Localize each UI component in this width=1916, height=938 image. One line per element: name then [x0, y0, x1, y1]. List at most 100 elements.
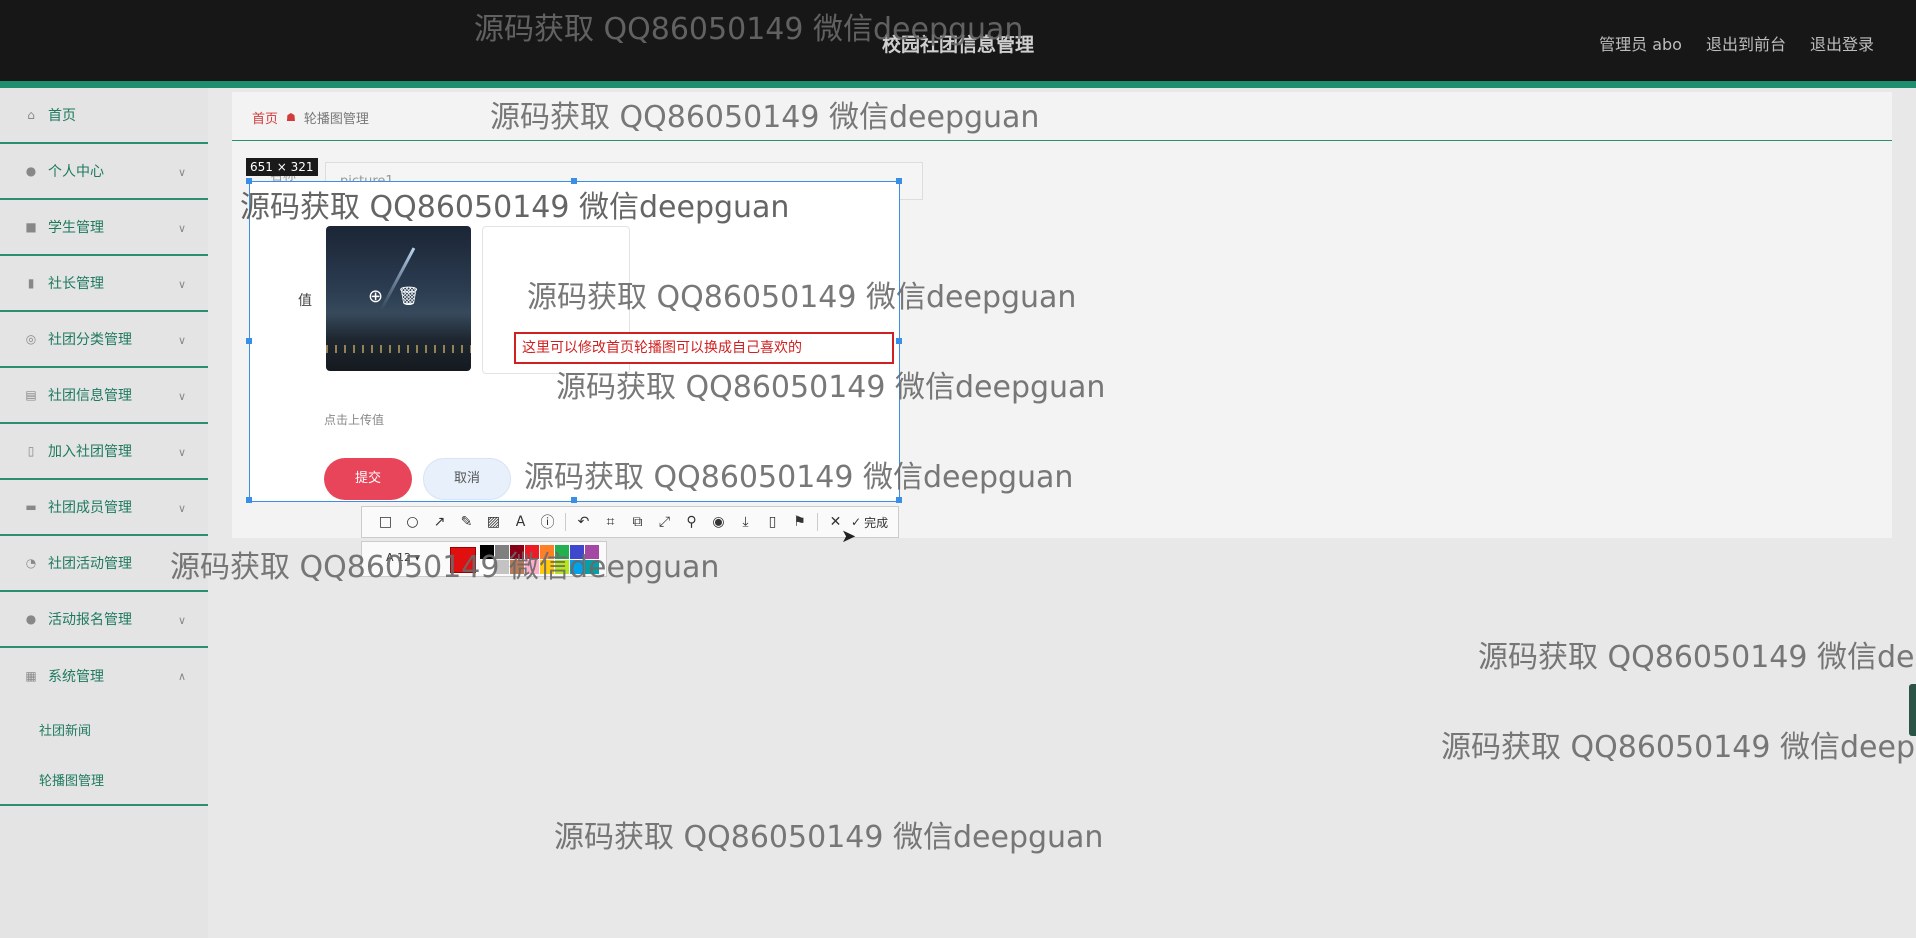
- resize-handle[interactable]: [896, 338, 902, 344]
- chevron-down-icon: ∨: [177, 390, 186, 403]
- resize-handle[interactable]: [571, 497, 577, 503]
- watermark: 源码获取 QQ86050149 微信deepguan: [240, 190, 790, 225]
- toolbar-divider: [817, 513, 818, 531]
- breadcrumb-current: 轮播图管理: [303, 112, 369, 127]
- rectangle-icon[interactable]: □: [372, 510, 399, 534]
- breadcrumb: 首页 ☗ 轮播图管理: [252, 108, 369, 127]
- zoom-in-icon[interactable]: ⊕: [368, 286, 383, 307]
- capture-toolbar: □ ○ ↗ ✎ ▨ A ⓘ ↶ ⌗ ⧉ ⤢ ⚲ ◉ ⤓ ▯ ⚑ ✕ ✓ 完成: [361, 506, 899, 538]
- breadcrumb-divider: [232, 140, 1892, 141]
- scrollbar-thumb[interactable]: [1909, 684, 1916, 736]
- sidebar-item-label: 社团成员管理: [48, 500, 132, 516]
- chevron-down-icon: ∨: [177, 166, 186, 179]
- sidebar-item-personal-center[interactable]: ● 个人中心 ∨: [0, 144, 208, 200]
- thumbnail-actions: ⊕ 🗑: [368, 286, 420, 307]
- upload-hint: 点击上传值: [324, 413, 385, 427]
- city-lights: [326, 345, 471, 353]
- sidebar-subitem-carousel[interactable]: 轮播图管理: [0, 754, 208, 806]
- watermark: 源码获取 QQ86050149 微信deepguan: [556, 370, 1106, 405]
- submit-button[interactable]: 提交: [324, 458, 412, 500]
- sidebar-item-home[interactable]: ⌂ 首页: [0, 88, 208, 144]
- watermark: 源码获取 QQ86050149 微信deepguan: [1441, 730, 1916, 765]
- scroll-capture-icon[interactable]: ⤢: [651, 510, 678, 534]
- pencil-icon[interactable]: ✎: [453, 510, 480, 534]
- number-marker-icon[interactable]: ⓘ: [534, 510, 561, 534]
- clipboard-icon: ▤: [25, 388, 37, 402]
- chevron-up-icon: ∧: [177, 670, 186, 683]
- ellipse-icon[interactable]: ○: [399, 510, 426, 534]
- text-icon[interactable]: A: [507, 510, 534, 534]
- watermark: 源码获取 QQ86050149 微信deepguan: [474, 12, 1024, 47]
- undo-icon[interactable]: ↶: [570, 510, 597, 534]
- watermark: 源码获取 QQ86050149 微信deepguan: [554, 820, 1104, 855]
- sidebar-item-presidents[interactable]: ▮ 社长管理 ∨: [0, 256, 208, 312]
- phone-send-icon[interactable]: ▯: [759, 510, 786, 534]
- annotation-tip: 这里可以修改首页轮播图可以换成自己喜欢的: [514, 332, 894, 364]
- chevron-down-icon: ∨: [177, 278, 186, 291]
- sidebar-item-club-categories[interactable]: ◎ 社团分类管理 ∨: [0, 312, 208, 368]
- breadcrumb-home[interactable]: 首页: [252, 108, 278, 127]
- watermark: 源码获取 QQ86050149 微信deepguan: [524, 460, 1074, 495]
- sidebar-subitem-club-news[interactable]: 社团新闻: [0, 704, 208, 754]
- chevron-down-icon: ∨: [177, 334, 186, 347]
- watermark: 源码获取 QQ86050149 微信deepguan: [1478, 640, 1916, 675]
- value-label: 值: [298, 293, 312, 309]
- sidebar-item-club-members[interactable]: ▬ 社团成员管理 ∨: [0, 480, 208, 536]
- top-links: 管理员 abo 退出到前台 退出登录: [1599, 31, 1874, 55]
- gauge-icon: ◔: [25, 556, 37, 570]
- toolbar-divider: [565, 513, 566, 531]
- pin-icon[interactable]: ⚲: [678, 510, 705, 534]
- home-icon: ⌂: [27, 108, 35, 122]
- watermark: 源码获取 QQ86050149 微信deepguan: [170, 550, 720, 585]
- sidebar-item-label: 首页: [48, 108, 76, 124]
- breadcrumb-separator-icon: ☗: [286, 111, 296, 124]
- leaf-icon: ●: [25, 612, 37, 626]
- briefcase-icon: ■: [25, 220, 37, 234]
- sidebar-item-label: 个人中心: [48, 164, 104, 180]
- sidebar-item-label: 社团信息管理: [48, 388, 132, 404]
- sidebar-item-system[interactable]: ▦ 系统管理 ∧: [0, 648, 208, 704]
- sidebar: ⌂ 首页 ● 个人中心 ∨ ■ 学生管理 ∨ ▮ 社长管理 ∨ ◎ 社团分类管理…: [0, 88, 208, 938]
- resize-handle[interactable]: [896, 497, 902, 503]
- chevron-down-icon: ∨: [177, 222, 186, 235]
- chevron-down-icon: ∨: [177, 446, 186, 459]
- microphone-icon: ▮: [27, 276, 35, 290]
- download-icon[interactable]: ⤓: [732, 510, 759, 534]
- done-label: 完成: [864, 515, 889, 530]
- logout-link[interactable]: 退出登录: [1810, 31, 1874, 55]
- chart-icon: ▦: [25, 669, 37, 683]
- header-accent-line: [0, 81, 1916, 88]
- chevron-down-icon: ∨: [177, 614, 186, 627]
- mouse-cursor-icon: ➤: [841, 526, 857, 547]
- resize-handle[interactable]: [246, 497, 252, 503]
- user-icon: ●: [25, 164, 37, 178]
- done-button[interactable]: ✓ 完成: [851, 514, 888, 531]
- sidebar-item-club-info[interactable]: ▤ 社团信息管理 ∨: [0, 368, 208, 424]
- admin-user-link[interactable]: 管理员 abo: [1599, 31, 1682, 55]
- sidebar-item-activity-signup[interactable]: ● 活动报名管理 ∨: [0, 592, 208, 648]
- resize-handle[interactable]: [896, 178, 902, 184]
- target-icon: ◎: [25, 332, 37, 346]
- chevron-down-icon: ∨: [177, 502, 186, 515]
- arrow-icon[interactable]: ↗: [426, 510, 453, 534]
- mosaic-icon[interactable]: ▨: [480, 510, 507, 534]
- sidebar-item-label: 社团活动管理: [48, 556, 132, 572]
- resize-handle[interactable]: [246, 338, 252, 344]
- sidebar-item-label: 社长管理: [48, 276, 104, 292]
- crop-icon[interactable]: ⌗: [597, 510, 624, 534]
- back-to-frontend-link[interactable]: 退出到前台: [1706, 31, 1786, 55]
- sidebar-item-join-club[interactable]: ▯ 加入社团管理 ∨: [0, 424, 208, 480]
- sidebar-item-students[interactable]: ■ 学生管理 ∨: [0, 200, 208, 256]
- bookmark-icon[interactable]: ⚑: [786, 510, 813, 534]
- cancel-button[interactable]: 取消: [423, 458, 511, 500]
- capture-size-badge: 651 × 321: [246, 158, 318, 176]
- carousel-image-thumbnail[interactable]: ⊕ 🗑: [326, 226, 471, 371]
- record-icon[interactable]: ◉: [705, 510, 732, 534]
- sidebar-item-label: 系统管理: [48, 669, 104, 685]
- sidebar-item-label: 社团分类管理: [48, 332, 132, 348]
- watermark: 源码获取 QQ86050149 微信deepguan: [527, 280, 1077, 315]
- sidebar-item-label: 加入社团管理: [48, 444, 132, 460]
- sidebar-item-label: 活动报名管理: [48, 612, 132, 628]
- translate-icon[interactable]: ⧉: [624, 510, 651, 534]
- trash-icon[interactable]: 🗑: [397, 286, 420, 307]
